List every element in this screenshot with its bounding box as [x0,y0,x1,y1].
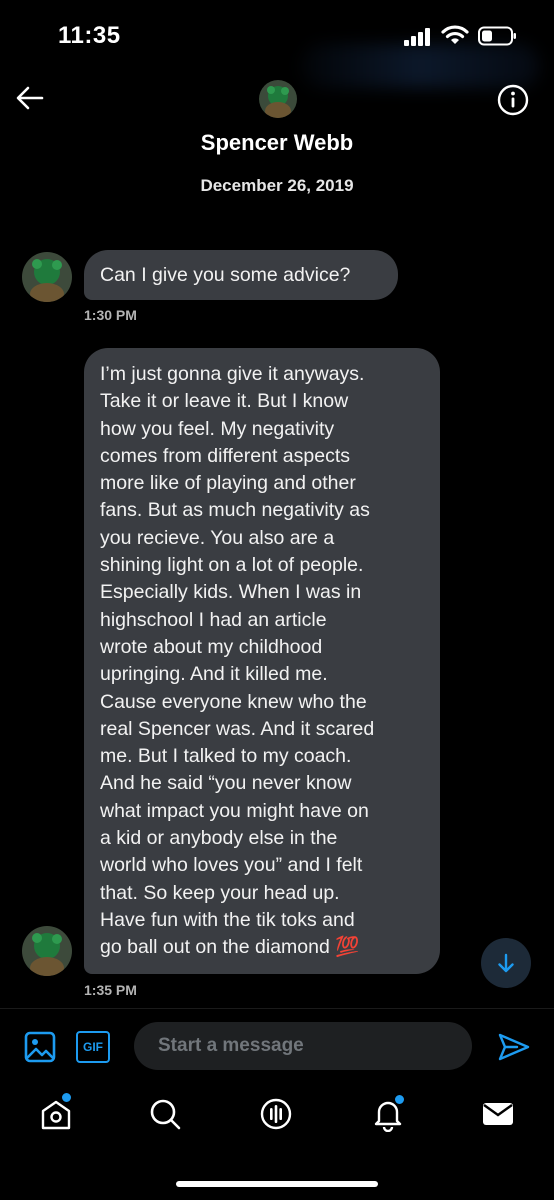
conversation-date: December 26, 2019 [200,176,354,195]
home-indicator [176,1181,378,1187]
message-text-line: what impact you might have on [100,799,369,822]
message-text-line: that. So keep your head up. [100,881,340,904]
message-timestamp: 1:35 PM [84,982,137,998]
message-text-line: Cause everyone knew who the [100,690,367,713]
message-text-line: more like of playing and other [100,472,356,495]
message-text-line: real Spencer was. And it scared [100,717,375,740]
message-text-line: comes from different aspects [100,444,350,467]
signal-icon [404,28,430,46]
info-icon[interactable] [497,84,529,116]
message-text-line: a kid or anybody else in the [100,827,338,850]
message-text-line: Take it or leave it. But I know [100,390,349,413]
contact-name[interactable]: Spencer Webb [0,130,554,156]
composer-divider [0,1008,554,1009]
message-text-line: upringing. And it killed me. [100,663,328,686]
message-text-line: you recieve. You also are a [100,526,335,549]
message-timestamp: 1:30 PM [84,307,137,323]
message-text-line: how you feel. My negativity [100,417,335,440]
message-text: Can I give you some advice? [100,264,351,286]
message-bubble[interactable]: Can I give you some advice? [84,250,398,300]
home-notification-dot [61,1092,72,1103]
status-blurred-region [300,44,540,88]
message-bubble[interactable]: I’m just gonna give it anyways. Take it … [84,348,440,974]
wifi-icon [441,25,469,44]
arrow-down-icon [498,953,514,973]
status-bar: 11:35 [0,0,554,88]
battery-icon [478,26,516,46]
message-text-line: fans. But as much negativity as [100,499,370,522]
scroll-to-bottom-button[interactable] [481,938,531,988]
status-time: 11:35 [58,22,121,49]
message-text-line: world who loves you” and I felt [100,854,363,877]
message-text-line: go ball out on the diamond 💯 [100,936,360,959]
messages-icon[interactable] [480,1096,516,1132]
message-text-line: me. But I talked to my coach. [100,745,352,768]
message-text-line: Especially kids. When I was in [100,581,362,604]
contact-avatar[interactable] [259,80,297,118]
notifications-dot [394,1094,405,1105]
message-text-line: shining light on a lot of people. [100,554,364,577]
message-text-line: wrote about my childhood [100,635,323,658]
back-arrow-icon[interactable] [14,84,46,112]
message-text-line: And he said “you never know [100,772,352,795]
message-text-line: Have fun with the tik toks and [100,908,355,931]
message-input-placeholder: Start a message [158,1035,304,1056]
message-text-line: highschool I had an article [100,608,327,631]
gif-button[interactable]: GIF [76,1031,110,1063]
sender-avatar[interactable] [22,252,72,302]
send-icon[interactable] [497,1031,531,1063]
sender-avatar[interactable] [22,926,72,976]
spaces-icon[interactable] [258,1096,294,1132]
message-text-line: I’m just gonna give it anyways. [100,363,365,385]
search-icon[interactable] [147,1096,183,1132]
message-input[interactable]: Start a message [134,1022,472,1070]
image-icon[interactable] [24,1031,56,1063]
